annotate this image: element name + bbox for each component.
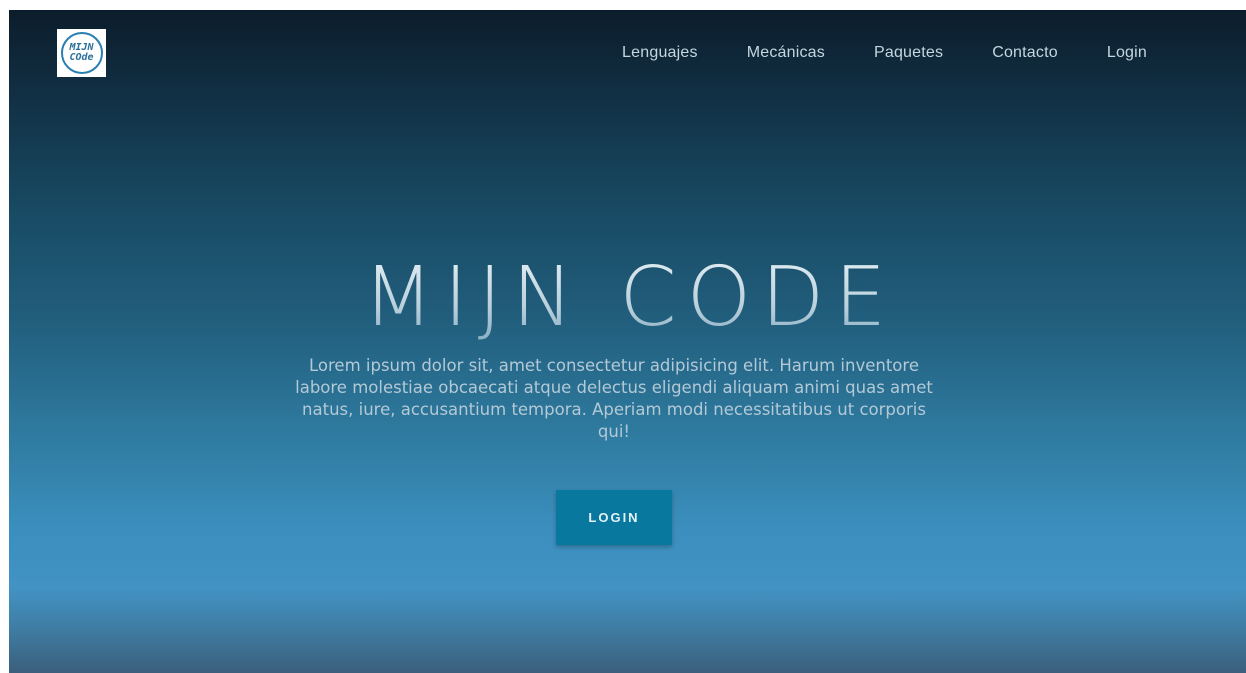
nav-link-login[interactable]: Login: [1107, 44, 1147, 62]
hero-description: Lorem ipsum dolor sit, amet consectetur …: [295, 356, 933, 441]
hero-title: MIJN CODE: [9, 248, 1246, 348]
site-logo[interactable]: MIJN COde: [57, 29, 106, 77]
navbar: MIJN COde Lenguajes Mecánicas Paquetes C…: [9, 10, 1246, 100]
nav-link-paquetes[interactable]: Paquetes: [874, 44, 943, 62]
logo-text-line2: COde: [69, 52, 94, 63]
nav-link-mecanicas[interactable]: Mecánicas: [747, 44, 825, 62]
logo-badge: MIJN COde: [60, 32, 103, 74]
login-button[interactable]: LOGIN: [556, 490, 672, 545]
nav-link-contacto[interactable]: Contacto: [992, 44, 1058, 62]
nav-link-lenguajes[interactable]: Lenguajes: [622, 44, 698, 62]
hero-section: MIJN COde Lenguajes Mecánicas Paquetes C…: [9, 10, 1246, 673]
nav-menu: Lenguajes Mecánicas Paquetes Contacto Lo…: [573, 44, 1147, 62]
